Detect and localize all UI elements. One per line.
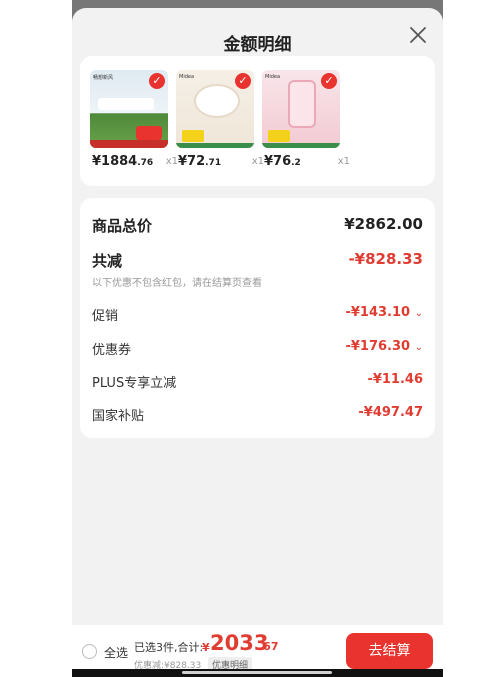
chevron-down-icon: ⌄ xyxy=(414,342,423,353)
selected-count-text: 已选3件,合计: xyxy=(134,641,204,654)
discount-note: 以下优惠不包含红包，请在结算页查看 xyxy=(92,278,262,289)
national-subsidy-value: -¥497.47 xyxy=(358,405,423,420)
product-item[interactable]: Midea ✓ ¥72.71 x1 xyxy=(176,70,264,170)
sheet-title: 金额明细 xyxy=(223,35,292,55)
close-icon[interactable] xyxy=(407,24,429,46)
promo-label: 促销 xyxy=(92,309,119,324)
selected-check-icon: ✓ xyxy=(149,73,165,89)
product-image-air-conditioner: 畅想新风 ✓ xyxy=(90,70,168,148)
select-all-label[interactable]: 全选 xyxy=(104,644,128,661)
plus-discount-value: -¥11.46 xyxy=(367,372,423,387)
total-currency: ¥ xyxy=(202,641,210,654)
national-subsidy-row: 国家补贴 -¥497.47 xyxy=(92,405,423,425)
total-reduce-row: 共减 -¥828.33 xyxy=(92,250,423,270)
coupon-label: 优惠券 xyxy=(92,343,132,358)
price-summary-card: 商品总价 ¥2862.00 共减 -¥828.33 以下优惠不包含红包，请在结算… xyxy=(80,198,435,438)
amount-detail-sheet: 金额明细 畅想新风 ✓ ¥1884.76 x1 Midea ✓ ¥72.71 x… xyxy=(72,8,443,677)
selected-check-icon: ✓ xyxy=(321,73,337,89)
promo-row[interactable]: 促销 -¥143.10 ⌄ xyxy=(92,305,423,325)
product-list-card: 畅想新风 ✓ ¥1884.76 x1 Midea ✓ ¥72.71 x1 Mid… xyxy=(80,56,435,186)
chevron-down-icon: ⌄ xyxy=(414,308,423,319)
product-qty: x1 xyxy=(337,156,350,167)
total-price-label: 商品总价 xyxy=(92,217,153,235)
promo-value: -¥143.10 ⌄ xyxy=(345,305,423,320)
phone-screen: 金额明细 畅想新风 ✓ ¥1884.76 x1 Midea ✓ ¥72.71 x… xyxy=(72,0,443,677)
product-image-tag: 畅想新风 xyxy=(93,75,114,81)
product-item[interactable]: 畅想新风 ✓ ¥1884.76 x1 xyxy=(90,70,178,170)
total-price-value: ¥2862.00 xyxy=(344,215,423,233)
home-indicator xyxy=(72,669,443,677)
plus-discount-label: PLUS专享立减 xyxy=(92,376,177,391)
product-price: ¥72.71 xyxy=(178,154,222,169)
product-image-tag: Midea xyxy=(179,74,195,80)
product-image-cooker: Midea ✓ xyxy=(176,70,254,148)
product-image-tag: Midea xyxy=(265,74,281,80)
product-price: ¥1884.76 xyxy=(92,154,154,169)
select-all-radio[interactable] xyxy=(82,644,97,659)
product-price: ¥76.2 xyxy=(264,154,301,169)
total-reduce-label: 共减 xyxy=(92,252,123,270)
plus-discount-row: PLUS专享立减 -¥11.46 xyxy=(92,372,423,392)
total-reduce-value: -¥828.33 xyxy=(348,250,423,268)
selected-check-icon: ✓ xyxy=(235,73,251,89)
total-price-row: 商品总价 ¥2862.00 xyxy=(92,215,423,235)
coupon-row[interactable]: 优惠券 -¥176.30 ⌄ xyxy=(92,339,423,359)
total-amount-decimal: .67 xyxy=(259,640,279,653)
product-image-blender: Midea ✓ xyxy=(262,70,340,148)
product-item[interactable]: Midea ✓ ¥76.2 x1 xyxy=(262,70,350,170)
checkout-button[interactable]: 去结算 xyxy=(346,633,433,669)
national-subsidy-label: 国家补贴 xyxy=(92,409,145,424)
coupon-value: -¥176.30 ⌄ xyxy=(345,339,423,354)
home-bar xyxy=(182,671,332,674)
